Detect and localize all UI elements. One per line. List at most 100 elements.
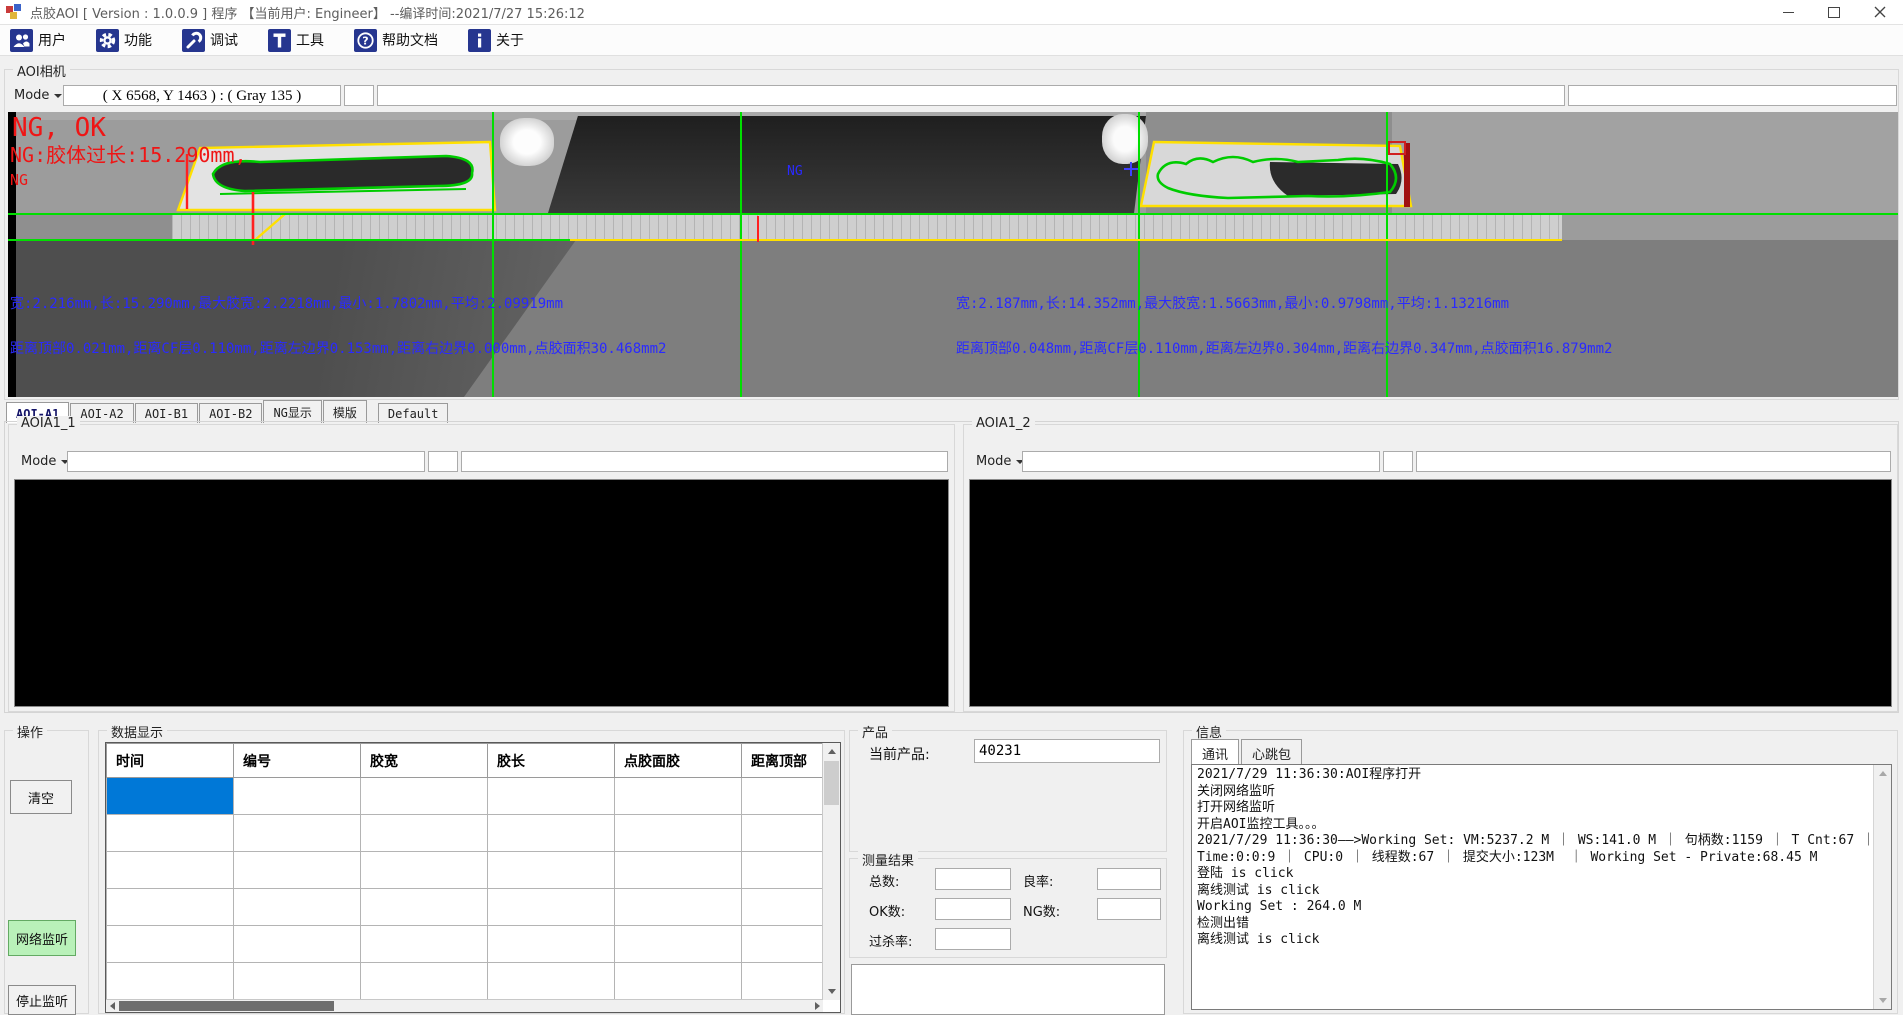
toolbar-button-debug[interactable]: 调试 [178,27,242,54]
log-output[interactable]: 2021/7/29 11:36:30:AOI程序打开 关闭网络监听 打开网络监听… [1191,764,1892,1010]
tab-default[interactable]: Default [378,403,449,423]
toolbar-label: 关于 [496,30,524,50]
network-listen-button[interactable]: 网络监听 [8,920,76,956]
tab-template[interactable]: 模版 [323,400,367,423]
table-cell[interactable] [361,963,488,1000]
product-group: 产品 当前产品: [849,730,1167,852]
table-vertical-scrollbar[interactable] [822,743,840,1000]
table-cell[interactable] [615,852,742,889]
product-note-box[interactable] [851,964,1165,1015]
ok-count-box[interactable] [935,898,1011,920]
column-header-time[interactable]: 时间 [107,744,234,778]
table-cell[interactable] [107,852,234,889]
subview1-mode-dropdown[interactable]: Mode [17,451,69,472]
clear-button[interactable]: 清空 [10,780,72,814]
toolbar-button-about[interactable]: 关于 [464,27,528,54]
table-cell[interactable] [361,852,488,889]
hammer-icon [268,29,291,52]
camera-image[interactable]: NG, OK NG:胶体过长:15.290mm, NG NG 宽:2.216mm… [8,112,1898,397]
readout-box-small[interactable] [344,85,374,106]
right-measure-line2: 距离顶部0.048mm,距离CF层0.110mm,距离左边界0.304mm,距离… [956,338,1612,358]
table-cell[interactable] [488,889,615,926]
table-cell[interactable] [615,889,742,926]
table-cell[interactable] [488,815,615,852]
table-cell[interactable] [107,926,234,963]
close-button[interactable] [1857,0,1903,24]
stop-listen-button[interactable]: 停止监听 [8,985,76,1015]
table-cell[interactable] [234,926,361,963]
yield-value-box[interactable] [1097,868,1161,890]
tab-ng-display[interactable]: NG显示 [263,400,321,423]
table-horizontal-scrollbar[interactable] [106,999,823,1012]
scrollbar-thumb[interactable] [119,1001,334,1011]
camera-mode-dropdown[interactable]: Mode [10,85,62,106]
table-cell[interactable] [615,778,742,815]
table-cell[interactable] [234,815,361,852]
total-value-box[interactable] [935,868,1011,890]
toolbar-button-help[interactable]: ? 帮助文档 [350,27,442,54]
overkill-box[interactable] [935,928,1011,950]
tab-aoi-a2[interactable]: AOI-A2 [70,403,133,423]
column-header-glue-length[interactable]: 胶长 [488,744,615,778]
table-row [107,852,842,889]
scroll-down-button[interactable] [823,983,840,1000]
view-tabs: AOI-A1AOI-A2AOI-B1AOI-B2NG显示模版Default [6,400,1899,422]
column-header-id[interactable]: 编号 [234,744,361,778]
table-cell[interactable] [234,852,361,889]
log-vertical-scrollbar[interactable] [1873,765,1891,1009]
table-cell[interactable] [234,963,361,1000]
subview2-mode-dropdown[interactable]: Mode [972,451,1024,472]
subview2-readout-small[interactable] [1383,451,1413,472]
scrollbar-thumb[interactable] [824,761,839,805]
subview2-image[interactable] [969,479,1892,707]
table-cell[interactable] [361,889,488,926]
table-cell[interactable] [615,963,742,1000]
tab-heartbeat[interactable]: 心跳包 [1241,739,1302,766]
log-line: 离线测试 is click [1197,883,1871,900]
table-cell[interactable] [234,889,361,926]
gear-icon [96,29,119,52]
readout-box-wide[interactable] [377,85,1565,106]
table-cell[interactable] [615,926,742,963]
subview2-readout-wide[interactable] [1022,451,1380,472]
toolbar-button-users[interactable]: 用户 [6,27,70,54]
table-cell[interactable] [107,963,234,1000]
tab-aoi-b2[interactable]: AOI-B2 [199,403,262,423]
readout-box-tail[interactable] [1568,85,1897,106]
ng-count-box[interactable] [1097,898,1161,920]
scroll-up-button[interactable] [1874,765,1891,782]
table-cell-selected[interactable] [107,778,234,815]
aoi-camera-group-label: AOI相机 [13,61,70,80]
log-line: 关闭网络监听 [1197,784,1871,801]
tab-aoi-b1[interactable]: AOI-B1 [135,403,198,423]
wrench-icon [182,29,205,52]
column-header-glue-area[interactable]: 点胶面胶 [615,744,742,778]
table-cell[interactable] [615,815,742,852]
scroll-up-button[interactable] [823,743,840,760]
subview1-readout-tail[interactable] [461,451,948,472]
current-product-input[interactable] [974,739,1160,763]
table-cell[interactable] [107,815,234,852]
subview1-readout-wide[interactable] [67,451,425,472]
table-cell[interactable] [488,963,615,1000]
table-cell[interactable] [488,852,615,889]
column-header-glue-width[interactable]: 胶宽 [361,744,488,778]
table-cell[interactable] [361,926,488,963]
subview1-readout-small[interactable] [428,451,458,472]
minimize-button[interactable] [1765,0,1811,24]
table-cell[interactable] [234,778,361,815]
toolbar-button-tools[interactable]: 工具 [264,27,328,54]
table-cell[interactable] [361,778,488,815]
table-cell[interactable] [488,926,615,963]
table-cell[interactable] [107,889,234,926]
subview1-image[interactable] [14,479,949,707]
scroll-right-button[interactable] [811,1000,823,1012]
toolbar-button-functions[interactable]: 功能 [92,27,156,54]
subview2-readout-tail[interactable] [1416,451,1891,472]
table-cell[interactable] [488,778,615,815]
tab-communication[interactable]: 通讯 [1191,739,1239,766]
maximize-button[interactable] [1811,0,1857,24]
table-cell[interactable] [361,815,488,852]
scroll-down-button[interactable] [1874,992,1891,1009]
scroll-left-button[interactable] [106,1000,118,1012]
